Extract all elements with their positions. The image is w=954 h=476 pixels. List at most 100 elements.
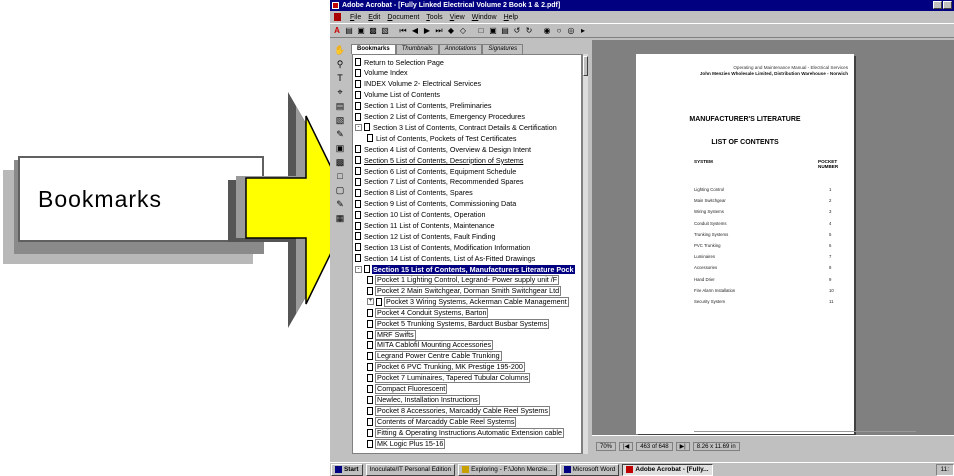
bookmark-item[interactable]: Section 1 List of Contents, Preliminarie… (355, 101, 492, 111)
start-button[interactable]: Start (331, 463, 363, 476)
next-page-icon[interactable]: ▶ (422, 26, 432, 36)
zoom-level[interactable]: 70% (596, 441, 617, 451)
rotate-left-icon[interactable]: ↺ (512, 26, 522, 36)
bookmark-item[interactable]: MRF Swifts (367, 329, 416, 340)
bookmark-item[interactable]: Pocket 6 PVC Trunking, MK Prestige 195-2… (367, 362, 525, 373)
zoom-tool-icon[interactable]: ⚲ (333, 58, 347, 70)
find-icon[interactable]: ◉ (542, 26, 552, 36)
touchup-text-tool-icon[interactable]: □ (333, 170, 347, 182)
bookmark-scrollbar[interactable] (582, 54, 588, 454)
bookmark-item[interactable]: Section 6 List of Contents, Equipment Sc… (355, 166, 517, 176)
bookmark-item[interactable]: Fitting & Operating Instructions Automat… (367, 427, 564, 438)
bookmark-item[interactable]: Pocket 8 Accessories, Marcaddy Cable Ree… (367, 405, 550, 416)
bookmark-item[interactable]: Pocket 5 Trunking Systems, Barduct Busba… (367, 318, 550, 329)
bookmark-expander-icon[interactable]: - (355, 123, 362, 131)
first-page-icon[interactable]: ⏮ (398, 26, 408, 36)
bookmark-item[interactable]: INDEX Volume 2- Electrical Services (355, 79, 482, 89)
bookmark-item[interactable]: Compact Fluorescent (367, 384, 448, 394)
bookmark-item[interactable]: + Pocket 3 Wiring Systems, Ackerman Cable… (367, 296, 569, 307)
bookmark-item[interactable]: Section 7 List of Contents, Recommended … (355, 177, 524, 187)
bookmark-item[interactable]: Newlec, Installation Instructions (367, 394, 480, 405)
link-tool-icon[interactable]: ▤ (333, 100, 347, 112)
bookmark-item[interactable]: Volume List of Contents (355, 90, 441, 100)
tab-bookmarks[interactable]: Bookmarks (351, 44, 396, 54)
menu-edit[interactable]: Edit (368, 14, 380, 21)
taskbar-item-exploring[interactable]: Exploring - F:\John Menzie... (458, 463, 557, 476)
bookmark-item[interactable]: Pocket 1 Lighting Control, Legrand- Powe… (367, 275, 560, 285)
maximize-button[interactable] (943, 1, 952, 9)
form-tool-icon[interactable]: ▣ (333, 142, 347, 154)
bookmark-item[interactable]: Section 4 List of Contents, Overview & D… (355, 144, 532, 154)
graphic-select-tool-icon[interactable]: ▦ (333, 212, 347, 224)
menu-document[interactable]: Document (387, 14, 419, 21)
touchup-object-tool-icon[interactable]: ▢ (333, 184, 347, 196)
go-back-icon[interactable]: ◆ (446, 26, 456, 36)
print-icon[interactable]: ▩ (368, 26, 378, 36)
bookmark-item[interactable]: List of Contents, Pockets of Test Certif… (367, 133, 518, 143)
bookmark-item[interactable]: Return to Selection Page (355, 57, 445, 67)
bookmark-item[interactable]: - Section 3 List of Contents, Contract De… (355, 122, 558, 132)
tab-signatures[interactable]: Signatures (482, 44, 524, 54)
document-menu-icon[interactable] (334, 13, 341, 21)
bookmark-item[interactable]: Section 10 List of Contents, Operation (355, 210, 486, 220)
fit-page-icon[interactable]: ▣ (488, 26, 498, 36)
open-icon[interactable]: ▤ (344, 26, 354, 36)
menu-tools[interactable]: Tools (426, 14, 442, 21)
tab-thumbnails[interactable]: Thumbnails (395, 44, 439, 54)
bookmark-item[interactable]: Section 5 List of Contents, Description … (355, 155, 524, 165)
hand-tool-icon[interactable]: ✋ (333, 44, 347, 56)
bookmark-item[interactable]: Section 2 List of Contents, Emergency Pr… (355, 112, 526, 122)
bookmark-item[interactable]: Pocket 7 Luminaires, Tapered Tubular Col… (367, 373, 531, 384)
rotate-right-icon[interactable]: ↻ (524, 26, 534, 36)
bookmark-item[interactable]: Pocket 4 Conduit Systems, Barton (367, 307, 489, 318)
actual-size-icon[interactable]: □ (476, 26, 486, 36)
bookmark-item[interactable]: Legrand Power Centre Cable Trunking (367, 351, 502, 362)
menu-window[interactable]: Window (472, 14, 497, 21)
bookmark-item[interactable]: Section 14 List of Contents, List of As-… (355, 253, 536, 263)
crop-tool-icon[interactable]: ⌖ (333, 86, 347, 98)
bookmark-item[interactable]: Section 13 List of Contents, Modificatio… (355, 242, 531, 252)
bookmark-item[interactable]: Section 11 List of Contents, Maintenance (355, 221, 496, 231)
bookmark-item[interactable]: Section 12 List of Contents, Fault Findi… (355, 231, 496, 241)
save-icon[interactable]: ▣ (356, 26, 366, 36)
bookmark-item[interactable]: Contents of Marcaddy Cable Reel Systems (367, 416, 517, 427)
search-icon[interactable]: ○ (554, 26, 564, 36)
bookmark-label: Pocket 6 PVC Trunking, MK Prestige 195-2… (375, 362, 525, 373)
bookmark-item[interactable]: Section 9 List of Contents, Commissionin… (355, 199, 517, 209)
menu-view[interactable]: View (450, 14, 465, 21)
show-navigation-pane-icon[interactable]: ▧ (380, 26, 390, 36)
page-indicator[interactable]: 463 of 648 (636, 441, 673, 451)
go-forward-icon[interactable]: ◇ (458, 26, 468, 36)
bookmark-item[interactable]: MITA Cablofil Mounting Accessories (367, 340, 494, 351)
contents-system: Fire Alarm Installation (694, 287, 736, 293)
pencil-tool-icon[interactable]: ✎ (333, 128, 347, 140)
title-bar: Adobe Acrobat - [Fully Linked Electrical… (330, 0, 954, 11)
movie-tool-icon[interactable]: ▩ (333, 156, 347, 168)
last-page-icon[interactable]: ⏭ (434, 26, 444, 36)
text-select-tool-icon[interactable]: T (333, 72, 347, 84)
minimize-button[interactable] (933, 1, 942, 9)
bookmark-item[interactable]: Section 8 List of Contents, Spares (355, 188, 474, 198)
fit-width-icon[interactable]: ▤ (500, 26, 510, 36)
taskbar-item-acrobat[interactable]: Adobe Acrobat - [Fully... (622, 463, 713, 476)
previous-page-icon[interactable]: ◀ (410, 26, 420, 36)
document-view[interactable]: Operating and Maintenance Manual - Elect… (592, 40, 954, 441)
bookmark-expander-icon[interactable]: + (367, 298, 374, 306)
note-tool-icon[interactable]: ✎ (333, 198, 347, 210)
tab-annotations[interactable]: Annotations (438, 44, 483, 54)
bookmark-expander-icon[interactable]: - (355, 265, 362, 273)
bookmark-item[interactable]: Pocket 2 Main Switchgear, Dorman Smith S… (367, 285, 562, 296)
article-tool-icon[interactable]: ▧ (333, 114, 347, 126)
first-page-nav-icon[interactable]: |◀ (619, 441, 634, 451)
bookmark-item[interactable]: MK Logic Plus 15-16 (367, 438, 446, 449)
scrollbar-thumb[interactable] (583, 56, 588, 76)
taskbar-item-inoculate[interactable]: Inoculate/IT Personal Edition (365, 463, 456, 476)
search-results-icon[interactable]: ◎ (566, 26, 576, 36)
menu-file[interactable]: File (350, 14, 361, 21)
menu-help[interactable]: Help (504, 14, 518, 21)
bookmark-item[interactable]: Volume Index (355, 68, 409, 78)
bookmark-item[interactable]: - Section 15 List of Contents, Manufactur… (355, 264, 575, 274)
last-page-nav-icon[interactable]: ▶| (675, 441, 690, 451)
web-link-icon[interactable]: ▸ (578, 26, 588, 36)
taskbar-item-word[interactable]: Microsoft Word (559, 463, 620, 476)
